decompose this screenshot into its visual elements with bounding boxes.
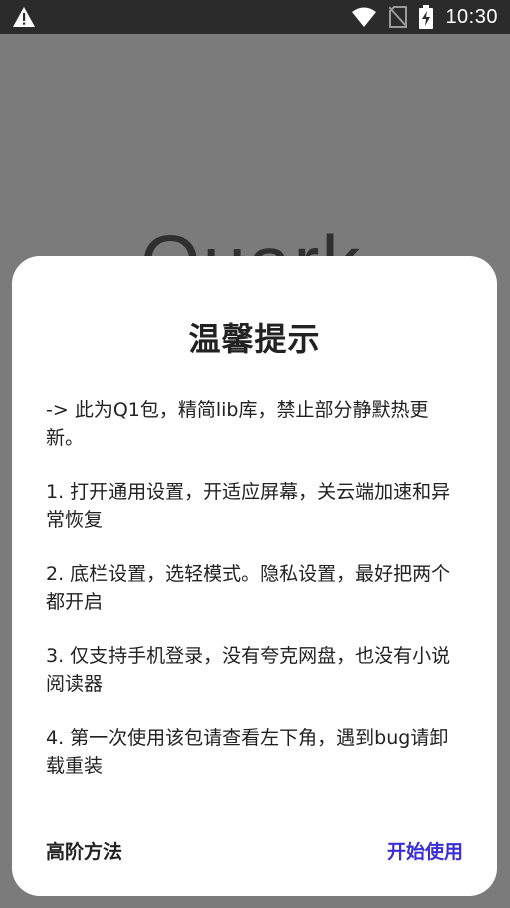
- notice-paragraph: 3. 仅支持手机登录，没有夸克网盘，也没有小说阅读器: [46, 645, 451, 695]
- notice-paragraph: -> 此为Q1包，精简lib库，禁止部分静默热更新。: [46, 399, 429, 449]
- status-bar: 10:30: [0, 0, 510, 34]
- notice-paragraph: 2. 底栏设置，选轻模式。隐私设置，最好把两个都开启: [46, 563, 451, 613]
- clock: 10:30: [445, 5, 498, 28]
- wifi-icon: [351, 6, 377, 28]
- dialog-content: -> 此为Q1包，精简lib库，禁止部分静默热更新。 1. 打开通用设置，开适应…: [46, 396, 463, 780]
- battery-charging-icon: [419, 5, 434, 29]
- notice-paragraph: 1. 打开通用设置，开适应屏幕，关云端加速和异常恢复: [46, 481, 451, 531]
- warning-icon: [12, 6, 36, 28]
- dialog-actions: 高阶方法 开始使用: [46, 837, 463, 864]
- notice-paragraph: 4. 第一次使用该包请查看左下角，遇到bug请卸载重装: [46, 727, 449, 777]
- start-using-button[interactable]: 开始使用: [387, 837, 463, 864]
- no-sim-icon: [389, 6, 408, 28]
- notice-dialog: 温馨提示 -> 此为Q1包，精简lib库，禁止部分静默热更新。 1. 打开通用设…: [12, 256, 497, 896]
- advanced-method-button[interactable]: 高阶方法: [46, 837, 122, 864]
- dialog-title: 温馨提示: [188, 320, 321, 358]
